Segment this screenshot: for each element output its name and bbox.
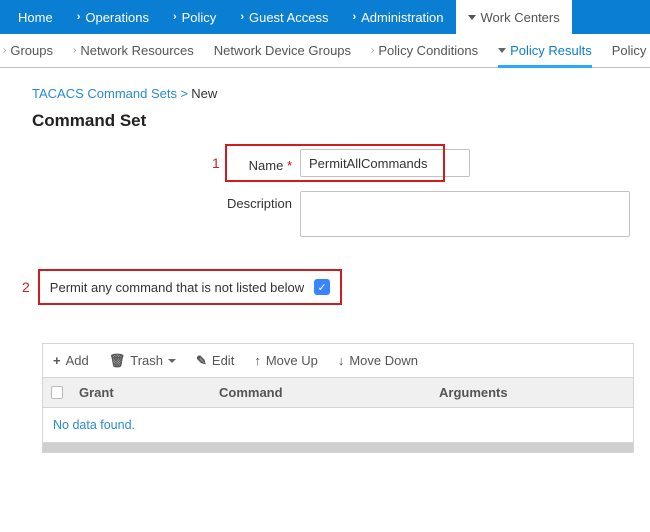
breadcrumb-parent[interactable]: TACACS Command Sets [32, 86, 177, 101]
chevron-right-icon: › [240, 11, 244, 23]
page-title: Command Set [32, 111, 650, 131]
col-command[interactable]: Command [211, 385, 431, 400]
arrow-down-icon: ↓ [338, 353, 345, 368]
chevron-right-icon: › [352, 11, 356, 23]
horizontal-scrollbar[interactable] [43, 442, 633, 452]
move-up-button[interactable]: ↑Move Up [244, 344, 328, 377]
sub-nav: ›Groups ›Network Resources Network Devic… [0, 34, 650, 68]
subnav-policy-results[interactable]: Policy Results [488, 34, 602, 67]
edit-icon: ✎ [196, 353, 207, 369]
form: 1 Name * Description [0, 149, 650, 237]
plus-icon: + [53, 353, 61, 368]
nav-home[interactable]: Home [0, 0, 65, 34]
nav-administration[interactable]: ›Administration [340, 0, 455, 34]
command-grid: +Add 🗑Trash ✎Edit ↑Move Up ↓Move Down Gr… [42, 343, 634, 453]
trash-button[interactable]: 🗑Trash [99, 344, 186, 377]
breadcrumb: TACACS Command Sets > New [32, 86, 650, 101]
col-arguments[interactable]: Arguments [431, 385, 633, 400]
nav-work-centers[interactable]: Work Centers [456, 0, 572, 34]
permit-any-checkbox[interactable]: ✓ [314, 279, 330, 295]
caret-down-icon [168, 359, 176, 363]
permit-row: 2 Permit any command that is not listed … [0, 269, 650, 305]
callout-2-number: 2 [22, 279, 30, 295]
col-grant[interactable]: Grant [71, 385, 211, 400]
breadcrumb-current: New [191, 86, 217, 101]
subnav-network-resources[interactable]: ›Network Resources [63, 34, 204, 67]
scrollbar-thumb[interactable] [43, 443, 633, 452]
grid-toolbar: +Add 🗑Trash ✎Edit ↑Move Up ↓Move Down [43, 344, 633, 378]
name-label: Name * [0, 153, 300, 173]
caret-down-icon [468, 15, 476, 20]
description-input[interactable] [300, 191, 630, 237]
name-input[interactable] [300, 149, 470, 177]
chevron-right-icon: › [371, 45, 374, 56]
edit-button[interactable]: ✎Edit [186, 344, 244, 377]
chevron-right-icon: › [77, 11, 81, 23]
no-data-message: No data found. [43, 408, 633, 442]
description-label: Description [0, 191, 300, 211]
chevron-right-icon: › [3, 45, 6, 56]
trash-icon: 🗑 [109, 353, 126, 369]
breadcrumb-sep: > [180, 86, 188, 101]
caret-down-icon [498, 48, 506, 53]
nav-guest-access[interactable]: ›Guest Access [228, 0, 340, 34]
subnav-network-device-groups[interactable]: Network Device Groups [204, 34, 361, 67]
nav-operations[interactable]: ›Operations [65, 0, 161, 34]
permit-any-label: Permit any command that is not listed be… [50, 280, 304, 295]
subnav-policy-conditions[interactable]: ›Policy Conditions [361, 34, 488, 67]
callout-2-box: Permit any command that is not listed be… [38, 269, 342, 305]
nav-policy[interactable]: ›Policy [161, 0, 228, 34]
chevron-right-icon: › [173, 11, 177, 23]
required-asterisk: * [287, 158, 292, 173]
top-nav: Home ›Operations ›Policy ›Guest Access ›… [0, 0, 650, 34]
subnav-policy-sets[interactable]: Policy Sets [602, 34, 650, 67]
chevron-right-icon: › [73, 45, 76, 56]
callout-1-number: 1 [212, 155, 220, 171]
grid-header: Grant Command Arguments [43, 378, 633, 408]
add-button[interactable]: +Add [43, 344, 99, 377]
arrow-up-icon: ↑ [254, 353, 261, 368]
subnav-groups[interactable]: ›Groups [0, 34, 63, 67]
move-down-button[interactable]: ↓Move Down [328, 344, 428, 377]
header-checkbox-cell[interactable] [43, 386, 71, 399]
select-all-checkbox[interactable] [51, 386, 63, 399]
